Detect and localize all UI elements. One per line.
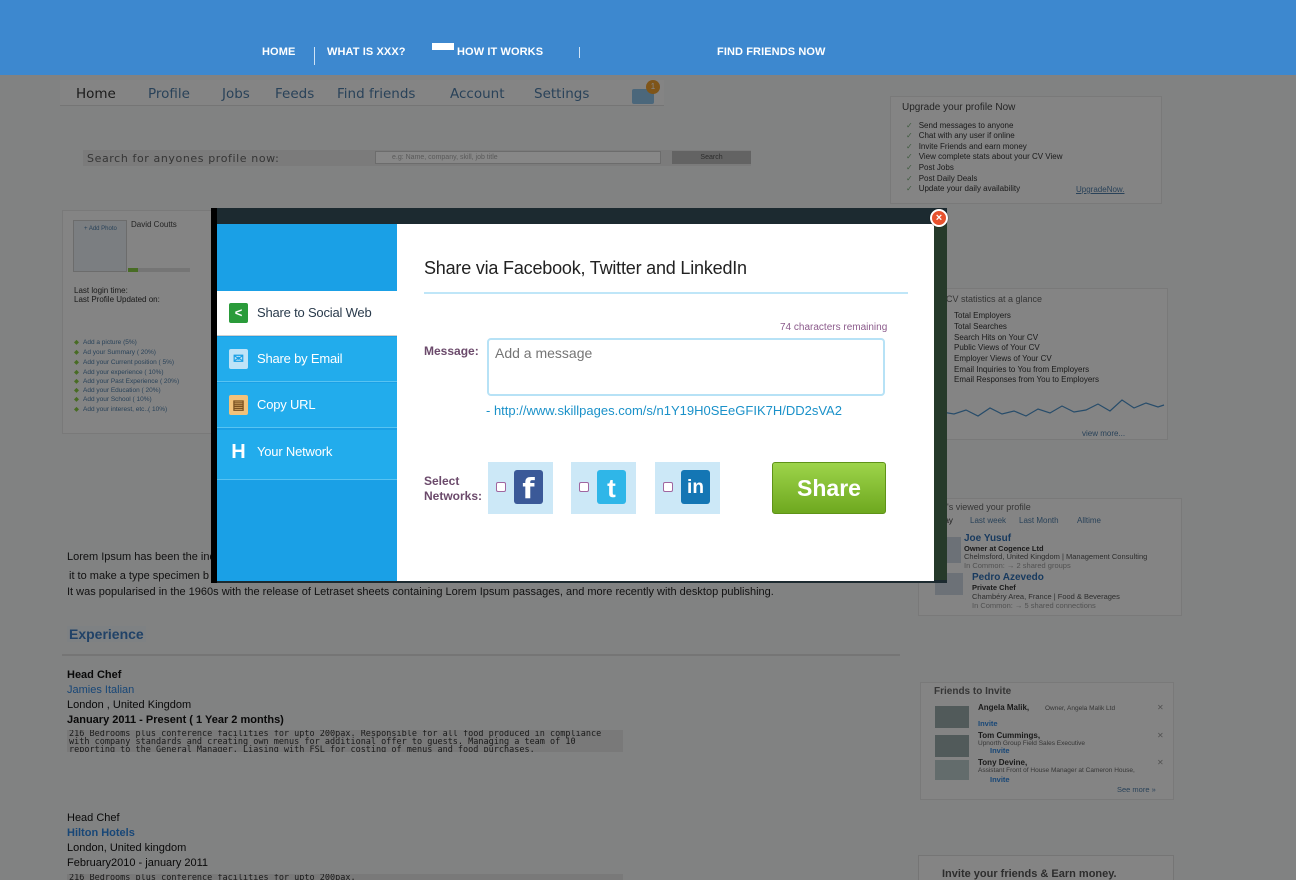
divider: [424, 292, 908, 294]
share-url-link[interactable]: - http://www.skillpages.com/s/n1Y19H0SEe…: [486, 403, 842, 418]
topnav-how-it-works[interactable]: HOW IT WORKS: [457, 46, 543, 58]
topnav-home[interactable]: HOME: [262, 46, 295, 58]
network-h-icon: H: [231, 441, 246, 463]
sidebar-item-social-web[interactable]: < Share to Social Web: [217, 291, 397, 336]
facebook-checkbox[interactable]: [496, 482, 506, 492]
topnav-what-is[interactable]: WHAT IS XXX?: [327, 46, 406, 58]
facebook-icon: f: [514, 470, 543, 505]
linkedin-icon: in: [681, 470, 710, 504]
topnav-find-friends[interactable]: FIND FRIENDS NOW: [717, 46, 826, 58]
top-nav-bar: [0, 0, 1296, 75]
message-label: Message:: [424, 344, 479, 358]
share-icon: <: [229, 303, 248, 323]
sidebar-item-label: Share to Social Web: [257, 305, 372, 320]
clipboard-icon: ▤: [229, 395, 248, 415]
sidebar-item-your-network[interactable]: H Your Network: [217, 430, 397, 480]
topnav-highlight: [432, 43, 454, 50]
email-icon: ✉: [229, 349, 248, 369]
twitter-checkbox[interactable]: [579, 482, 589, 492]
share-modal-title: Share via Facebook, Twitter and LinkedIn: [424, 258, 747, 278]
sidebar-item-email[interactable]: ✉ Share by Email: [217, 337, 397, 382]
message-input[interactable]: [487, 338, 885, 396]
sidebar-item-label: Your Network: [257, 444, 333, 459]
twitter-icon: t: [597, 470, 626, 504]
close-icon[interactable]: ×: [930, 209, 948, 227]
topnav-separator: [579, 47, 580, 58]
sidebar-item-copy-url[interactable]: ▤ Copy URL: [217, 383, 397, 428]
linkedin-checkbox[interactable]: [663, 482, 673, 492]
sidebar-item-label: Copy URL: [257, 397, 316, 412]
sidebar-item-label: Share by Email: [257, 351, 343, 366]
share-button[interactable]: Share: [772, 462, 886, 514]
characters-remaining: 74 characters remaining: [780, 322, 888, 333]
select-networks-label: Select Networks:: [424, 474, 483, 503]
share-modal-border: [934, 224, 947, 580]
topnav-separator: [314, 47, 315, 65]
